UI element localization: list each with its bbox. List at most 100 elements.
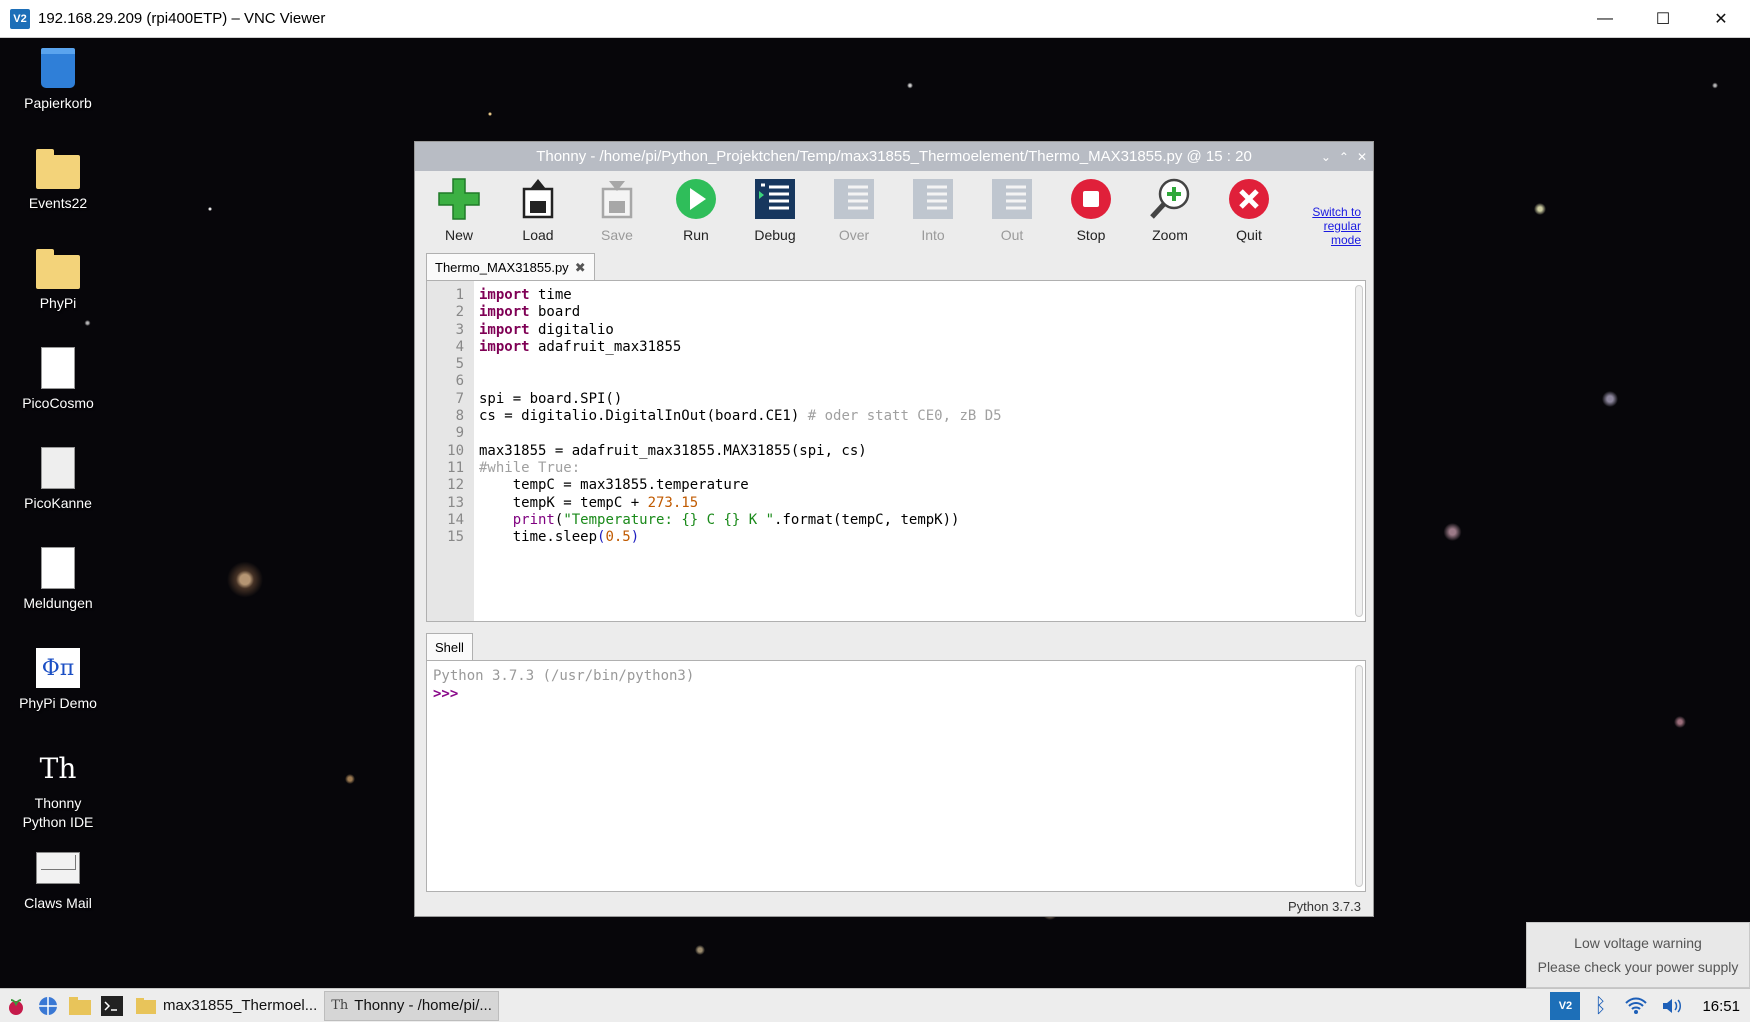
desktop-icon-label: Thonny Python IDE	[22, 795, 94, 830]
code-line[interactable]: #while True:	[479, 460, 1365, 477]
code-line[interactable]: spi = board.SPI()	[479, 391, 1365, 408]
step-over-button[interactable]: Over	[818, 177, 890, 243]
code-line[interactable]: import time	[479, 287, 1365, 304]
code-line[interactable]	[479, 425, 1365, 442]
shell-prompt: >>>	[433, 686, 459, 702]
document-icon	[36, 346, 80, 390]
desktop-icon-papierkorb[interactable]: Papierkorb	[10, 46, 106, 113]
shell-panel[interactable]: Python 3.7.3 (/usr/bin/python3) >>>	[426, 660, 1366, 892]
vnc-title-bar: V2 192.168.29.209 (rpi400ETP) – VNC View…	[0, 0, 1750, 38]
debug-button[interactable]: Debug	[739, 177, 811, 243]
stop-button[interactable]: Stop	[1055, 177, 1127, 243]
tab-shell[interactable]: Shell	[426, 633, 473, 661]
code-line[interactable]: import adafruit_max31855	[479, 339, 1365, 356]
thonny-window: Thonny - /home/pi/Python_Projektchen/Tem…	[414, 141, 1374, 917]
toast-title: Low voltage warning	[1574, 935, 1702, 951]
desktop-icon-label: PhyPi	[39, 295, 77, 311]
terminal-icon[interactable]	[96, 990, 128, 1022]
code-line[interactable]	[479, 373, 1365, 390]
new-label: New	[444, 227, 473, 243]
browser-icon[interactable]	[32, 990, 64, 1022]
run-icon	[674, 177, 718, 221]
save-label: Save	[601, 227, 633, 243]
wifi-icon[interactable]	[1620, 990, 1652, 1022]
document-icon	[36, 546, 80, 590]
desktop-icon-picocosmo[interactable]: PicoCosmo	[10, 346, 106, 413]
plus-icon	[437, 177, 481, 221]
out-label: Out	[1000, 227, 1024, 243]
load-label: Load	[522, 227, 554, 243]
taskbar-item-file-manager[interactable]: max31855_Thermoel...	[128, 991, 324, 1021]
save-button[interactable]: Save	[581, 177, 653, 243]
low-voltage-notification[interactable]: Low voltage warning Please check your po…	[1526, 922, 1750, 988]
thonny-maximize-button[interactable]: ⌃	[1339, 150, 1349, 164]
quit-button[interactable]: Quit	[1213, 177, 1285, 243]
desktop-icon-label: Events22	[28, 195, 88, 211]
zoom-label: Zoom	[1152, 227, 1188, 243]
desktop-icon-phypi-demo[interactable]: Φπ PhyPi Demo	[10, 646, 106, 713]
desktop-icon-picokanne[interactable]: PicoKanne	[10, 446, 106, 513]
desktop-icon-claws-mail[interactable]: Claws Mail	[10, 846, 106, 913]
bluetooth-icon[interactable]: ᛒ	[1584, 990, 1616, 1022]
shell-scrollbar[interactable]	[1355, 665, 1363, 887]
tab-thermo-max31855[interactable]: Thermo_MAX31855.py ✖	[426, 253, 595, 281]
file-manager-icon[interactable]	[64, 990, 96, 1022]
shell-banner: Python 3.7.3 (/usr/bin/python3)	[433, 668, 695, 684]
trash-icon	[36, 46, 80, 90]
zoom-button[interactable]: Zoom	[1134, 177, 1206, 243]
taskbar: max31855_Thermoel... Th Thonny - /home/p…	[0, 988, 1750, 1022]
into-label: Into	[921, 227, 945, 243]
code-line[interactable]: import digitalio	[479, 322, 1365, 339]
kettle-icon	[36, 446, 80, 490]
desktop-icon-phypi[interactable]: PhyPi	[10, 246, 106, 313]
step-into-button[interactable]: Into	[897, 177, 969, 243]
taskbar-item-label: Thonny - /home/pi/...	[354, 997, 492, 1014]
code-line[interactable]: tempK = tempC + 273.15	[479, 495, 1365, 512]
desktop-icon-meldungen[interactable]: Meldungen	[10, 546, 106, 613]
code-line[interactable]: print("Temperature: {} C {} K ".format(t…	[479, 512, 1365, 529]
desktop-icon-events22[interactable]: Events22	[10, 146, 106, 213]
vnc-tray-icon[interactable]: V2	[1550, 992, 1581, 1020]
minimize-button[interactable]: —	[1576, 0, 1634, 38]
code-line[interactable]: tempC = max31855.temperature	[479, 477, 1365, 494]
desktop-icon-label: PhyPi Demo	[19, 695, 97, 711]
desktop-icon-label: Claws Mail	[24, 895, 92, 911]
switch-to-regular-mode-link[interactable]: Switch to regular mode	[1301, 205, 1361, 247]
code-area[interactable]: import time import board import digitalio i…	[474, 281, 1365, 621]
editor-scrollbar[interactable]	[1355, 285, 1363, 617]
debug-icon	[753, 177, 797, 221]
code-editor[interactable]: 1 2 3 4 5 6 7 8 9 10 11 12 13 14 15 impo…	[426, 280, 1366, 622]
code-line[interactable]: max31855 = adafruit_max31855.MAX31855(sp…	[479, 443, 1365, 460]
step-out-button[interactable]: Out	[976, 177, 1048, 243]
load-icon	[516, 177, 560, 221]
step-into-icon	[911, 177, 955, 221]
editor-tab-bar: Thermo_MAX31855.py ✖	[426, 253, 595, 281]
code-line[interactable]: time.sleep(0.5)	[479, 529, 1365, 546]
close-tab-icon[interactable]: ✖	[575, 260, 586, 276]
desktop-icon-thonny[interactable]: Th Thonny Python IDE	[10, 746, 106, 832]
thonny-minimize-button[interactable]: ⌄	[1321, 150, 1331, 164]
code-line[interactable]	[479, 356, 1365, 373]
maximize-button[interactable]: ☐	[1634, 0, 1692, 38]
volume-icon[interactable]	[1656, 990, 1688, 1022]
new-button[interactable]: New	[423, 177, 495, 243]
thonny-icon: Th	[331, 998, 349, 1013]
code-line[interactable]: import board	[479, 304, 1365, 321]
taskbar-item-thonny[interactable]: Th Thonny - /home/pi/...	[324, 990, 499, 1021]
system-tray: V2 ᛒ 16:51	[1550, 989, 1750, 1022]
thonny-title-bar[interactable]: Thonny - /home/pi/Python_Projektchen/Tem…	[415, 142, 1373, 171]
stop-label: Stop	[1076, 227, 1106, 243]
raspberry-menu-icon[interactable]	[0, 990, 32, 1022]
close-button[interactable]: ✕	[1692, 0, 1750, 38]
thonny-icon: Th	[39, 751, 77, 785]
run-button[interactable]: Run	[660, 177, 732, 243]
code-line[interactable]: cs = digitalio.DigitalInOut(board.CE1) #…	[479, 408, 1365, 425]
load-button[interactable]: Load	[502, 177, 574, 243]
stop-icon	[1069, 177, 1113, 221]
desktop-icon-label: PicoKanne	[24, 495, 92, 511]
zoom-icon	[1148, 177, 1192, 221]
thonny-close-button[interactable]: ✕	[1357, 150, 1367, 164]
vnc-app-icon: V2	[10, 8, 30, 29]
quit-icon	[1227, 177, 1271, 221]
over-label: Over	[838, 227, 870, 243]
